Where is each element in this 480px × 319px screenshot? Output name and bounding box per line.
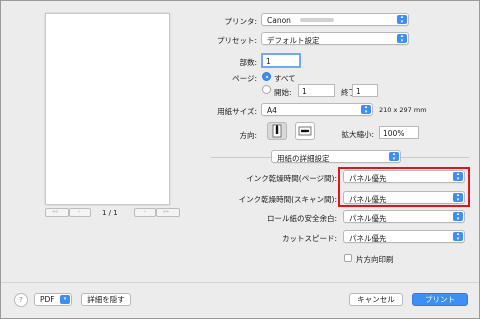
print-dialog: «« ‹ 1 / 1 › »» プリンタ: Canon ▴ ▾ プリセット: デフ…: [0, 0, 480, 319]
portrait-orientation-icon: [272, 124, 282, 138]
cancel-button[interactable]: キャンセル: [349, 293, 403, 306]
cut-speed-arrows-icon: ▴ ▾: [453, 232, 463, 241]
copies-field[interactable]: 1: [261, 53, 301, 68]
pages-to-field[interactable]: 1: [352, 84, 378, 97]
preset-popup-arrows-icon: ▴ ▾: [397, 34, 407, 43]
landscape-orientation-button[interactable]: [295, 122, 315, 140]
paper-size-value: A4: [267, 105, 277, 115]
cut-speed-label: カットスピード:: [281, 234, 337, 243]
pages-from-field[interactable]: 1: [298, 84, 335, 97]
section-value: 用紙の詳細設定: [277, 153, 330, 163]
pages-range-radio[interactable]: [262, 85, 271, 94]
printer-value: Canon: [267, 15, 291, 25]
last-page-icon: »»: [163, 209, 170, 215]
pdf-chevron-down-icon: ▾: [60, 295, 70, 304]
orientation-label: 方向:: [239, 131, 257, 140]
first-page-icon: ««: [52, 209, 59, 215]
pdf-label: PDF: [40, 295, 55, 304]
footer-divider: [1, 282, 479, 283]
cut-speed-value: パネル優先: [349, 233, 387, 243]
one-way-print-checkbox[interactable]: [344, 254, 352, 262]
printer-popup[interactable]: Canon ▴ ▾: [261, 13, 409, 26]
pages-label: ページ:: [232, 74, 257, 83]
help-button[interactable]: ?: [14, 293, 28, 307]
first-page-button[interactable]: ««: [45, 208, 69, 217]
ink-page-label: インク乾燥時間(ページ間):: [246, 174, 337, 183]
help-icon: ?: [19, 296, 23, 304]
pages-all-radio[interactable]: [262, 72, 271, 81]
portrait-orientation-button[interactable]: [267, 122, 287, 140]
next-page-button[interactable]: ›: [134, 208, 156, 217]
section-arrows-icon: ▴ ▾: [389, 152, 399, 161]
print-preview-page: [45, 13, 170, 205]
pages-to-value: 1: [356, 86, 361, 96]
scale-label: 拡大縮小:: [341, 130, 374, 139]
scale-field[interactable]: 100%: [379, 126, 419, 139]
hide-details-button[interactable]: 詳細を隠す: [81, 293, 131, 306]
pages-from-label: 開始:: [274, 88, 292, 97]
paper-size-dimensions: 210 x 297 mm: [379, 106, 427, 114]
pages-all-label: すべて: [274, 74, 296, 83]
copies-label: 部数:: [239, 58, 257, 67]
paper-size-arrows-icon: ▴ ▾: [361, 105, 371, 114]
scale-value: 100%: [383, 128, 405, 138]
printer-model-blur: [300, 18, 334, 22]
paper-size-label: 用紙サイズ:: [217, 107, 257, 116]
preset-label: プリセット:: [216, 36, 257, 45]
roll-margin-value: パネル優先: [349, 213, 387, 223]
cut-speed-popup[interactable]: パネル優先 ▴ ▾: [343, 230, 465, 243]
printer-popup-arrows-icon: ▴ ▾: [397, 15, 407, 24]
roll-margin-popup[interactable]: パネル優先 ▴ ▾: [343, 210, 465, 223]
roll-margin-arrows-icon: ▴ ▾: [453, 212, 463, 221]
pdf-menu-button[interactable]: PDF ▾: [34, 293, 72, 306]
last-page-button[interactable]: »»: [156, 208, 180, 217]
section-popup[interactable]: 用紙の詳細設定 ▴ ▾: [271, 150, 401, 163]
print-button[interactable]: プリント: [412, 293, 468, 306]
paper-size-popup[interactable]: A4 ▴ ▾: [261, 103, 373, 116]
page-counter: 1 / 1: [102, 209, 118, 217]
landscape-orientation-icon: [298, 126, 312, 136]
preset-value: デフォルト設定: [267, 35, 320, 45]
section-divider-right: [401, 157, 469, 158]
hide-details-label: 詳細を隠す: [87, 295, 125, 304]
printer-label: プリンタ:: [224, 17, 257, 26]
print-label: プリント: [425, 295, 455, 304]
preset-popup[interactable]: デフォルト設定 ▴ ▾: [261, 32, 409, 45]
next-page-icon: ›: [144, 209, 146, 215]
copies-value: 1: [266, 56, 271, 66]
previous-page-button[interactable]: ‹: [69, 208, 91, 217]
section-divider-left: [211, 157, 271, 158]
one-way-print-label: 片方向印刷: [356, 255, 394, 264]
roll-margin-label: ロール紙の安全余白:: [266, 214, 337, 223]
ink-scan-label: インク乾燥時間(スキャン間):: [238, 195, 337, 204]
pages-from-value: 1: [302, 86, 307, 96]
cancel-label: キャンセル: [357, 295, 395, 304]
highlight-box: [338, 167, 470, 207]
previous-page-icon: ‹: [78, 209, 80, 215]
